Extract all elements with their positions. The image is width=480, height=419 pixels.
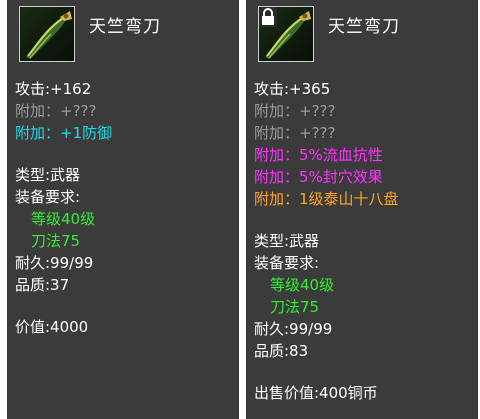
item-price: 出售价值:400铜币 [254,384,378,402]
quality-stat: 品质:37 [15,276,70,294]
requirement-title: 装备要求: [254,254,320,272]
item-price: 价值:4000 [15,318,89,336]
bonus-line: 附加：1级泰山十八盘 [254,190,399,208]
attack-stat: 攻击:+365 [254,80,331,98]
requirement-skill: 刀法75 [270,298,320,316]
requirement-skill: 刀法75 [31,232,81,250]
requirement-level: 等级40级 [31,210,96,228]
bonus-line: 附加：+??? [254,124,336,142]
curved-sabre-icon [258,6,314,62]
bonus-line: 附加：5%封穴效果 [254,168,383,186]
durability-stat: 耐久:99/99 [15,254,94,272]
item-tooltip-left: 天竺弯刀 攻击:+162 附加：+??? 附加：+1防御 类型:武器 装备要求:… [7,0,239,419]
bonus-line: 附加：+??? [15,102,97,120]
bonus-line: 附加：+??? [254,102,336,120]
bonus-line: 附加：5%流血抗性 [254,146,383,164]
lock-icon [259,7,277,27]
requirement-title: 装备要求: [15,188,81,206]
bonus-line: 附加：+1防御 [15,124,113,142]
curved-sabre-icon [19,6,75,62]
quality-stat: 品质:83 [254,342,309,360]
attack-stat: 攻击:+162 [15,80,92,98]
item-header: 天竺弯刀 [15,6,231,78]
durability-stat: 耐久:99/99 [254,320,333,338]
item-tooltip-right: 天竺弯刀 攻击:+365 附加：+??? 附加：+??? 附加：5%流血抗性 附… [246,0,478,419]
item-name: 天竺弯刀 [89,17,161,37]
requirement-level: 等级40级 [270,276,335,294]
item-header: 天竺弯刀 [254,6,470,78]
item-type: 类型:武器 [15,166,81,184]
item-name: 天竺弯刀 [328,17,400,37]
item-type: 类型:武器 [254,232,320,250]
